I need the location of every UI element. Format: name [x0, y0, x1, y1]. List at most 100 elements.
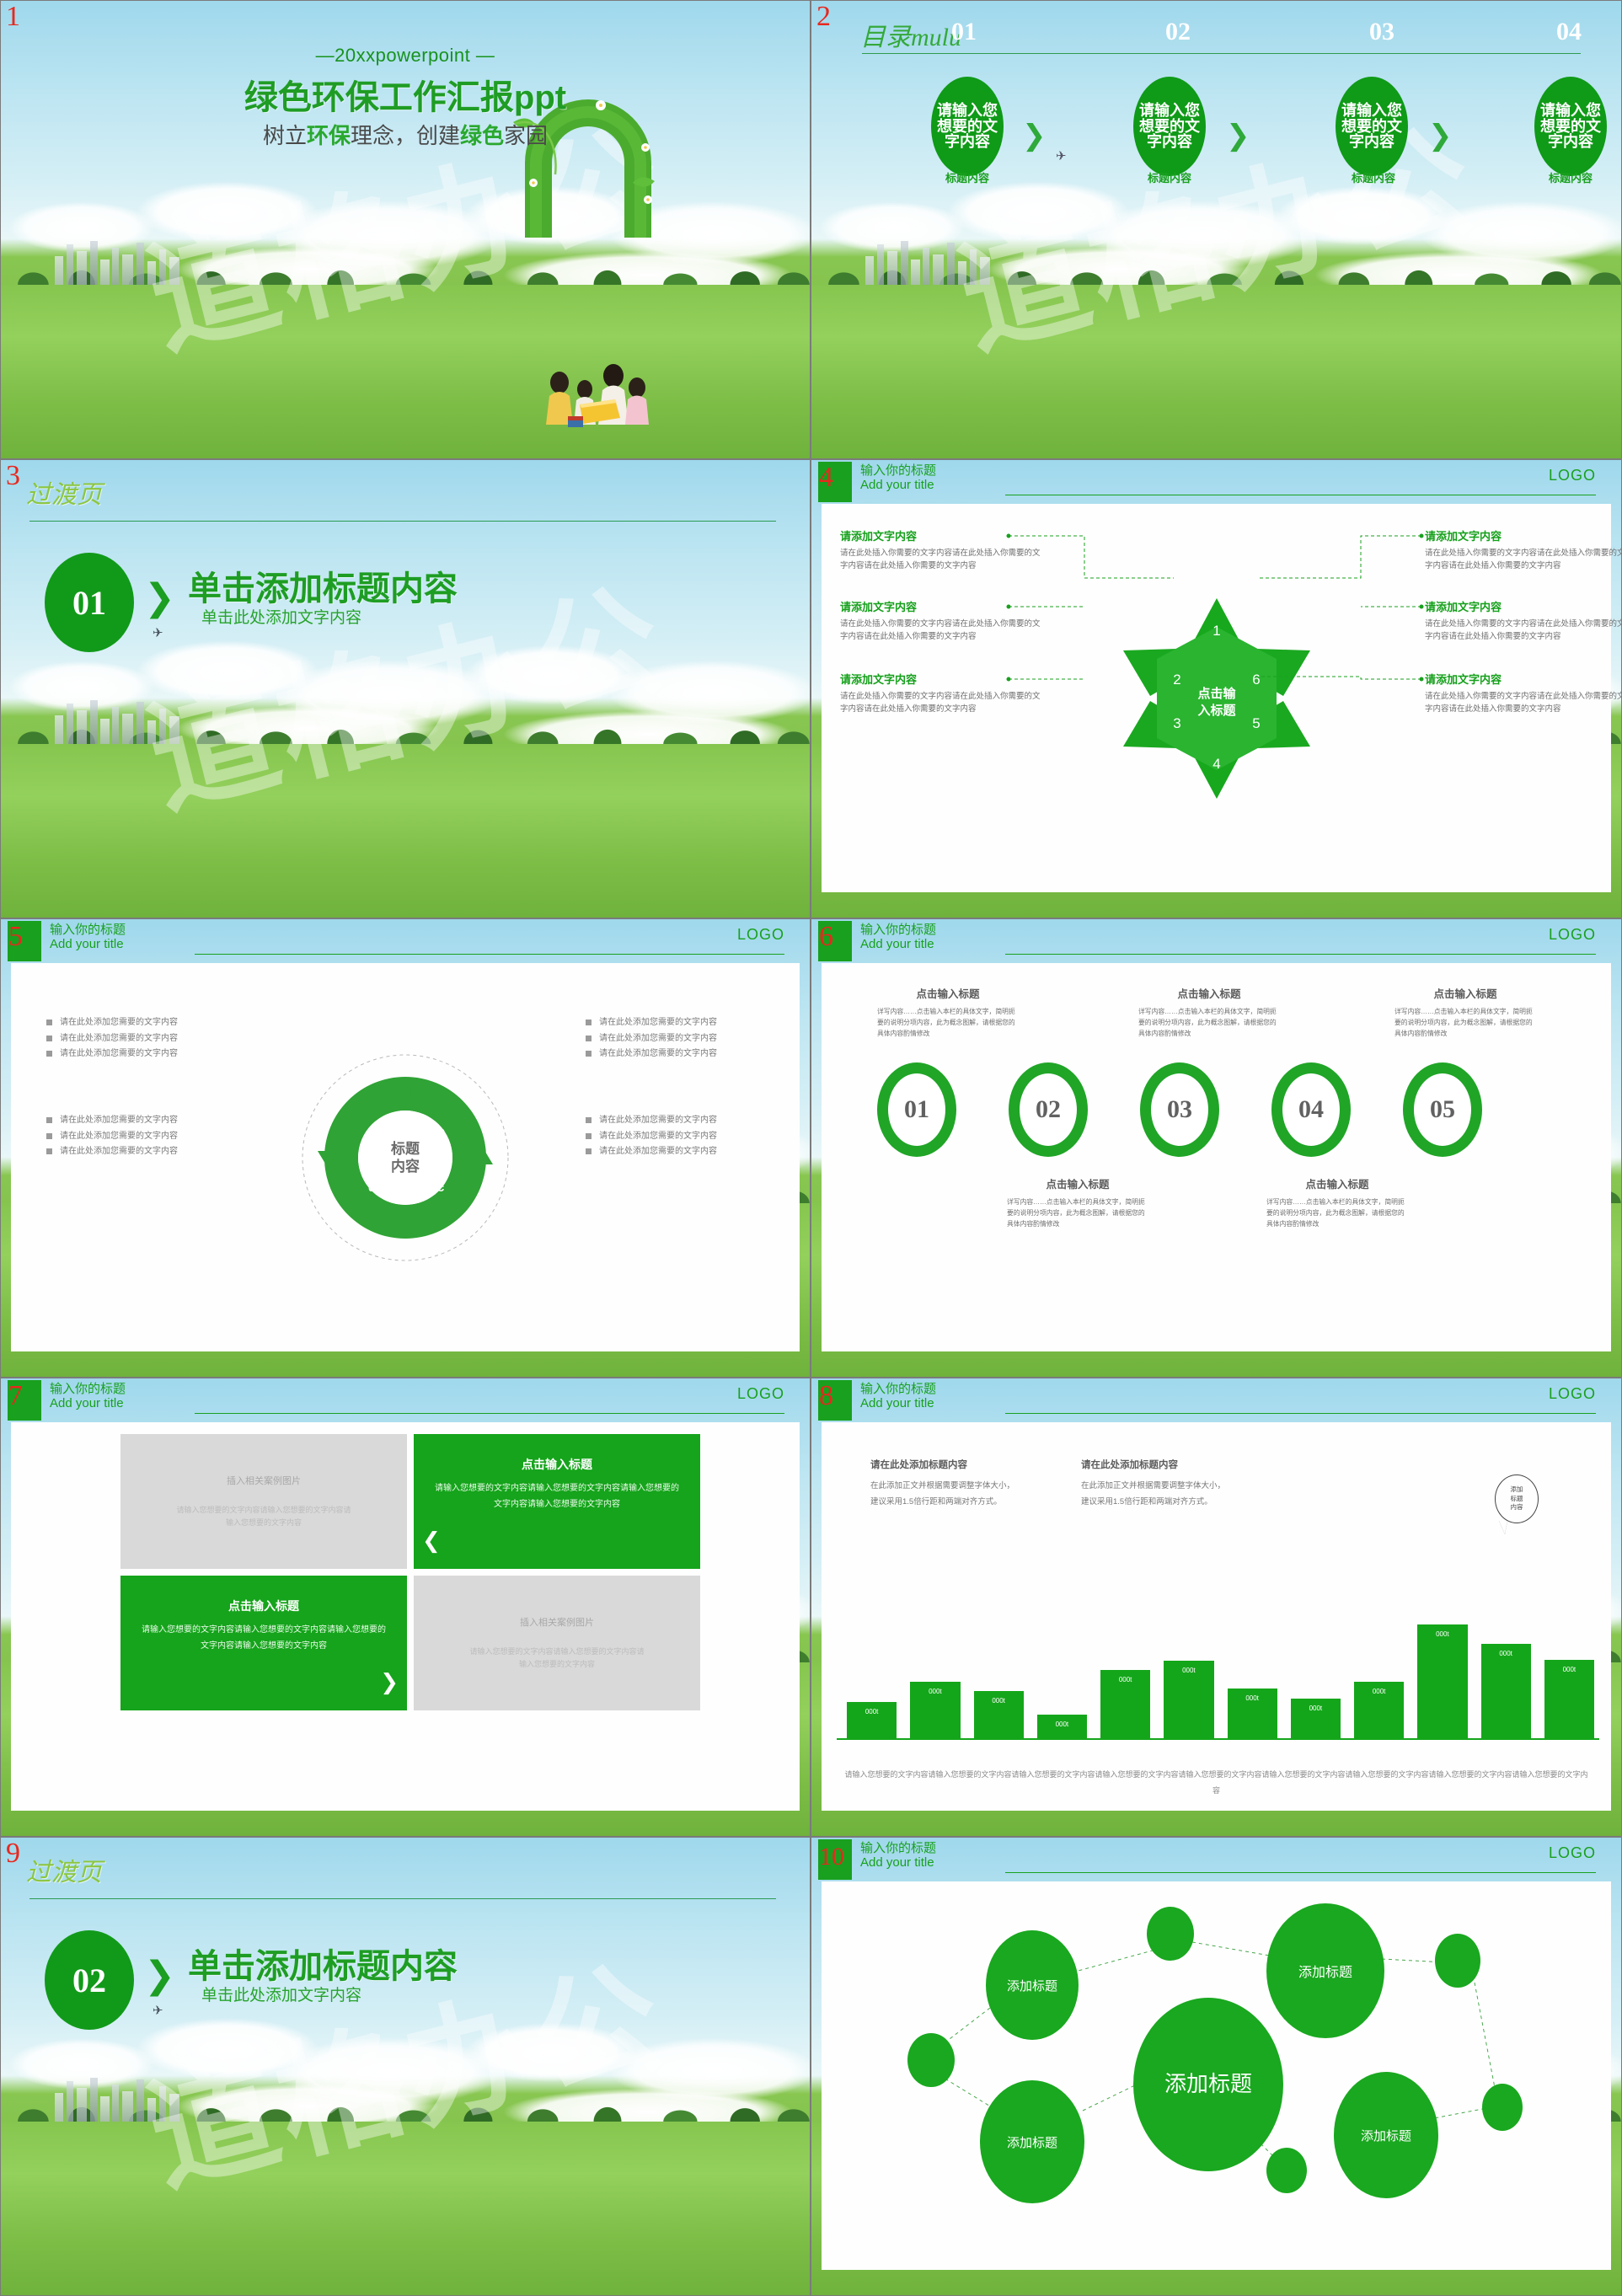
slide-9[interactable]: 道格办公 9 过渡页 02 ❯ 单击添加标题内容 单击此处添加文字内容 ✈ — [0, 1837, 811, 2296]
header-title-cn: 输入你的标题 — [860, 923, 937, 937]
logo-text: LOGO — [736, 926, 784, 943]
bar-chart[interactable]: 000t 000t 000t 000t 000t 000t 000t 000t … — [847, 1614, 1594, 1738]
bullet-item: 请在此处添加您需要的文字内容 — [46, 1129, 232, 1145]
svg-text:b: b — [437, 1125, 445, 1139]
caption-body: 详写内容……点击输入本栏的具体文字，简明扼要的说明分项内容，此为概念图解，请根据… — [1266, 1198, 1405, 1228]
step-ring-01[interactable]: 01 — [877, 1062, 956, 1157]
column-heading: 请在此处添加标题内容 — [1081, 1460, 1178, 1470]
star-callout-5[interactable]: 请添加文字内容 请在此处插入你需要的文字内容请在此处插入你需要的文字内容请在此处… — [1425, 598, 1621, 643]
star-callout-1[interactable]: 请添加文字内容 请在此处插入你需要的文字内容请在此处插入你需要的文字内容请在此处… — [840, 527, 1042, 572]
slide-6-card: 点击输入标题 详写内容……点击输入本栏的具体文字，简明扼要的说明分项内容，此为概… — [822, 963, 1611, 1351]
bar-label: 000t — [929, 1688, 942, 1696]
ring-caption-bottom-1[interactable]: 点击输入标题 详写内容……点击输入本栏的具体文字，简明扼要的说明分项内容，此为概… — [1007, 1175, 1148, 1230]
bullet-item: 请在此处添加您需要的文字内容 — [586, 1015, 771, 1031]
ring-caption-top-3[interactable]: 点击输入标题 详写内容……点击输入本栏的具体文字，简明扼要的说明分项内容，此为概… — [1394, 985, 1536, 1040]
bullet-item: 请在此处添加您需要的文字内容 — [46, 1046, 232, 1062]
bar: 000t — [1354, 1682, 1405, 1738]
bar: 000t — [1417, 1624, 1468, 1738]
step-ring-03[interactable]: 03 — [1140, 1062, 1219, 1157]
slide-1-subtitle: —20xxpowerpoint — — [315, 45, 495, 66]
network-node-4[interactable]: 添加标题 — [1334, 2072, 1438, 2198]
bubble-line-1: 添加 — [1510, 1485, 1523, 1493]
bubble-line-3: 内容 — [1510, 1503, 1523, 1512]
logo-text: LOGO — [736, 1385, 784, 1402]
bar: 000t — [1480, 1643, 1531, 1738]
text-panel-top-right[interactable]: 点击输入标题 请输入您想要的文字内容请输入您想要的文字内容请输入您想要的文字内容… — [414, 1434, 700, 1569]
network-node-3[interactable]: 添加标题 — [980, 2080, 1084, 2203]
slide-7[interactable]: 道格办公 7 输入你的标题 Add your title LOGO 插入相关案例… — [0, 1378, 811, 1837]
slide-8[interactable]: 道格办公 8 输入你的标题 Add your title LOGO 请在此处添加… — [811, 1378, 1622, 1837]
ring-caption-top-2[interactable]: 点击输入标题 详写内容……点击输入本栏的具体文字，简明扼要的说明分项内容，此为概… — [1138, 985, 1280, 1040]
network-small-node-2[interactable] — [1435, 1934, 1480, 1988]
caption-body: 详写内容……点击输入本栏的具体文字，简明扼要的说明分项内容，此为概念图解，请根据… — [1007, 1198, 1145, 1228]
bar-label: 000t — [1562, 1665, 1576, 1673]
slide-2[interactable]: 道格办公 2 目录mulu 01 02 03 04 请输入您想要的文字内容 请输… — [811, 0, 1622, 459]
grass-field — [1, 284, 810, 458]
slide-8-header: 8 输入你的标题 Add your title LOGO — [811, 1378, 1621, 1422]
image-placeholder-bottom-right[interactable]: 插入相关案例图片 请输入您想要的文字内容请输入您想要的文字内容请输入您想要的文字… — [414, 1576, 700, 1710]
slide-8-card: 请在此处添加标题内容 在此添加正文并根据需要调整字体大小，建议采用1.5倍行距和… — [822, 1422, 1611, 1811]
slide-index-1: 1 — [6, 1, 20, 32]
column-body: 在此添加正文并根据需要调整字体大小，建议采用1.5倍行距和两端对齐方式。 — [870, 1481, 1015, 1507]
header-titles: 输入你的标题 Add your title — [50, 923, 126, 952]
step-ring-02[interactable]: 02 — [1009, 1062, 1088, 1157]
transition-label: 过渡页 — [26, 1859, 102, 1887]
slide-5-header: 5 输入你的标题 Add your title LOGO — [1, 919, 810, 963]
toc-caption-03: 标题内容 — [1351, 172, 1395, 185]
bar: 000t — [1290, 1698, 1341, 1738]
step-ring-04[interactable]: 04 — [1271, 1062, 1351, 1157]
slide-4[interactable]: 道格办公 4 输入你的标题 Add your title LOGO 1 — [811, 459, 1622, 918]
step-ring-05[interactable]: 05 — [1403, 1062, 1482, 1157]
cycle-center-line-2: 内容 — [391, 1158, 420, 1175]
slide-index-2: 2 — [816, 1, 831, 32]
star-callout-6[interactable]: 请添加文字内容 请在此处插入你需要的文字内容请在此处插入你需要的文字内容请在此处… — [1425, 671, 1621, 715]
network-small-node-4[interactable] — [1482, 2084, 1523, 2131]
placeholder-label: 插入相关案例图片 — [520, 1617, 594, 1628]
network-node-2[interactable]: 添加标题 — [1266, 1903, 1384, 2038]
bullets-top-left[interactable]: 请在此处添加您需要的文字内容 请在此处添加您需要的文字内容 请在此处添加您需要的… — [46, 1015, 232, 1062]
network-node-center[interactable]: 添加标题 — [1133, 1998, 1283, 2171]
star-callout-4[interactable]: 请添加文字内容 请在此处插入你需要的文字内容请在此处插入你需要的文字内容请在此处… — [1425, 527, 1621, 572]
text-panel-bottom-left[interactable]: 点击输入标题 请输入您想要的文字内容请输入您想要的文字内容请输入您想要的文字内容… — [120, 1576, 407, 1710]
star-callout-3[interactable]: 请添加文字内容 请在此处插入你需要的文字内容请在此处插入你需要的文字内容请在此处… — [840, 671, 1042, 715]
slide-3[interactable]: 道格办公 3 过渡页 01 ❯ 单击添加标题内容 单击此处添加文字内容 ✈ — [0, 459, 811, 918]
chevron-icon-2: ❯ — [1226, 120, 1250, 152]
slide-5[interactable]: 道格办公 5 输入你的标题 Add your title LOGO — [0, 918, 811, 1378]
slide-index-7: 7 — [8, 1380, 23, 1411]
header-title-en: Add your title — [50, 937, 124, 952]
header-title-en: Add your title — [50, 1396, 124, 1411]
bubble-line-2: 标题 — [1510, 1494, 1523, 1502]
network-node-1[interactable]: 添加标题 — [986, 1930, 1079, 2040]
grass-field — [811, 284, 1621, 458]
header-title-en: Add your title — [860, 1396, 934, 1411]
transition-divider — [29, 521, 776, 522]
city-skyline — [49, 238, 193, 285]
toc-item-02[interactable]: 请输入您想要的文字内容 — [1133, 77, 1206, 176]
bullets-bottom-right[interactable]: 请在此处添加您需要的文字内容 请在此处添加您需要的文字内容 请在此处添加您需要的… — [586, 1113, 771, 1160]
bullets-bottom-left[interactable]: 请在此处添加您需要的文字内容 请在此处添加您需要的文字内容 请在此处添加您需要的… — [46, 1113, 232, 1160]
bar-label: 000t — [1499, 1649, 1512, 1657]
toc-item-01[interactable]: 请输入您想要的文字内容 — [931, 77, 1004, 176]
network-small-node-5[interactable] — [1266, 2148, 1307, 2193]
toc-item-03[interactable]: 请输入您想要的文字内容 — [1336, 77, 1408, 176]
slide-7-card: 插入相关案例图片 请输入您想要的文字内容请输入您想要的文字内容请输入您想要的文字… — [11, 1422, 800, 1811]
header-divider — [195, 954, 784, 955]
text-column-1[interactable]: 请在此处添加标题内容 在此添加正文并根据需要调整字体大小，建议采用1.5倍行距和… — [870, 1458, 1018, 1510]
ring-caption-top-1[interactable]: 点击输入标题 详写内容……点击输入本栏的具体文字，简明扼要的说明分项内容，此为概… — [877, 985, 1019, 1040]
network-small-node-1[interactable] — [1147, 1907, 1194, 1961]
toc-caption-02: 标题内容 — [1147, 172, 1191, 185]
callout-bubble[interactable]: 添加 标题 内容 — [1495, 1474, 1539, 1523]
slide-1[interactable]: 道格办公 1 —20xxpowerpoint — 绿色环保工作汇报ppt 树立环… — [0, 0, 811, 459]
slide-10[interactable]: 道格办公 10 输入你的标题 Add your title LOGO — [811, 1837, 1622, 2296]
network-small-node-3[interactable] — [907, 2033, 955, 2087]
toc-number-04: 04 — [1556, 18, 1582, 45]
star-callout-2[interactable]: 请添加文字内容 请在此处插入你需要的文字内容请在此处插入你需要的文字内容请在此处… — [840, 598, 1042, 643]
ring-caption-bottom-2[interactable]: 点击输入标题 详写内容……点击输入本栏的具体文字，简明扼要的说明分项内容，此为概… — [1266, 1175, 1408, 1230]
chevron-left-icon: ❮ — [422, 1528, 441, 1553]
slide-6[interactable]: 道格办公 6 输入你的标题 Add your title LOGO 点击输入标题… — [811, 918, 1622, 1378]
svg-text:a: a — [368, 1125, 376, 1139]
image-placeholder-top-left[interactable]: 插入相关案例图片 请输入您想要的文字内容请输入您想要的文字内容请输入您想要的文字… — [120, 1434, 407, 1569]
bullets-top-right[interactable]: 请在此处添加您需要的文字内容 请在此处添加您需要的文字内容 请在此处添加您需要的… — [586, 1015, 771, 1062]
toc-item-04[interactable]: 请输入您想要的文字内容 — [1534, 77, 1607, 176]
text-column-2[interactable]: 请在此处添加标题内容 在此添加正文并根据需要调整字体大小，建议采用1.5倍行距和… — [1081, 1458, 1229, 1510]
